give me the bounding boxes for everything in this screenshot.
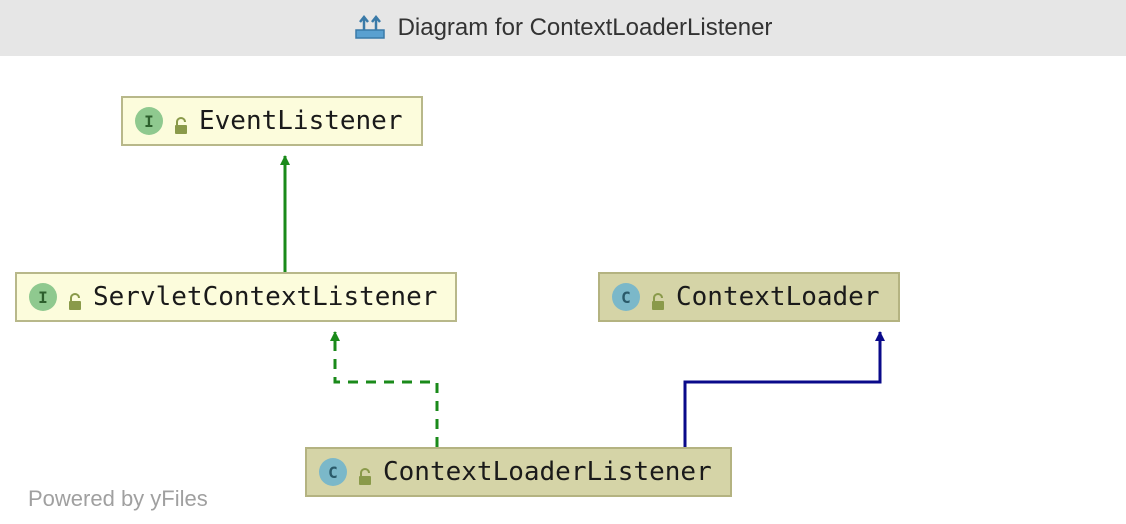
node-label: ContextLoaderListener <box>383 457 712 487</box>
interface-badge: I <box>29 283 57 311</box>
header-title: Diagram for ContextLoaderListener <box>398 14 773 42</box>
node-label: EventListener <box>199 106 403 136</box>
class-badge: C <box>319 458 347 486</box>
lock-open-icon <box>173 112 189 130</box>
lock-open-icon <box>650 288 666 306</box>
diagram-icon <box>354 14 386 42</box>
node-context-loader-listener[interactable]: C ContextLoaderListener <box>305 447 732 497</box>
diagram-canvas[interactable]: I EventListener I ServletContextListener… <box>0 56 1126 524</box>
footer-credit: Powered by yFiles <box>28 486 208 512</box>
node-label: ContextLoader <box>676 282 880 312</box>
class-badge: C <box>612 283 640 311</box>
header-bar: Diagram for ContextLoaderListener <box>0 0 1126 56</box>
lock-open-icon <box>357 463 373 481</box>
lock-open-icon <box>67 288 83 306</box>
node-context-loader[interactable]: C ContextLoader <box>598 272 900 322</box>
node-servlet-context-listener[interactable]: I ServletContextListener <box>15 272 457 322</box>
interface-badge: I <box>135 107 163 135</box>
edge-clls-to-cl <box>685 332 880 447</box>
node-event-listener[interactable]: I EventListener <box>121 96 423 146</box>
edge-clls-to-servlet <box>335 332 437 447</box>
node-label: ServletContextListener <box>93 282 437 312</box>
